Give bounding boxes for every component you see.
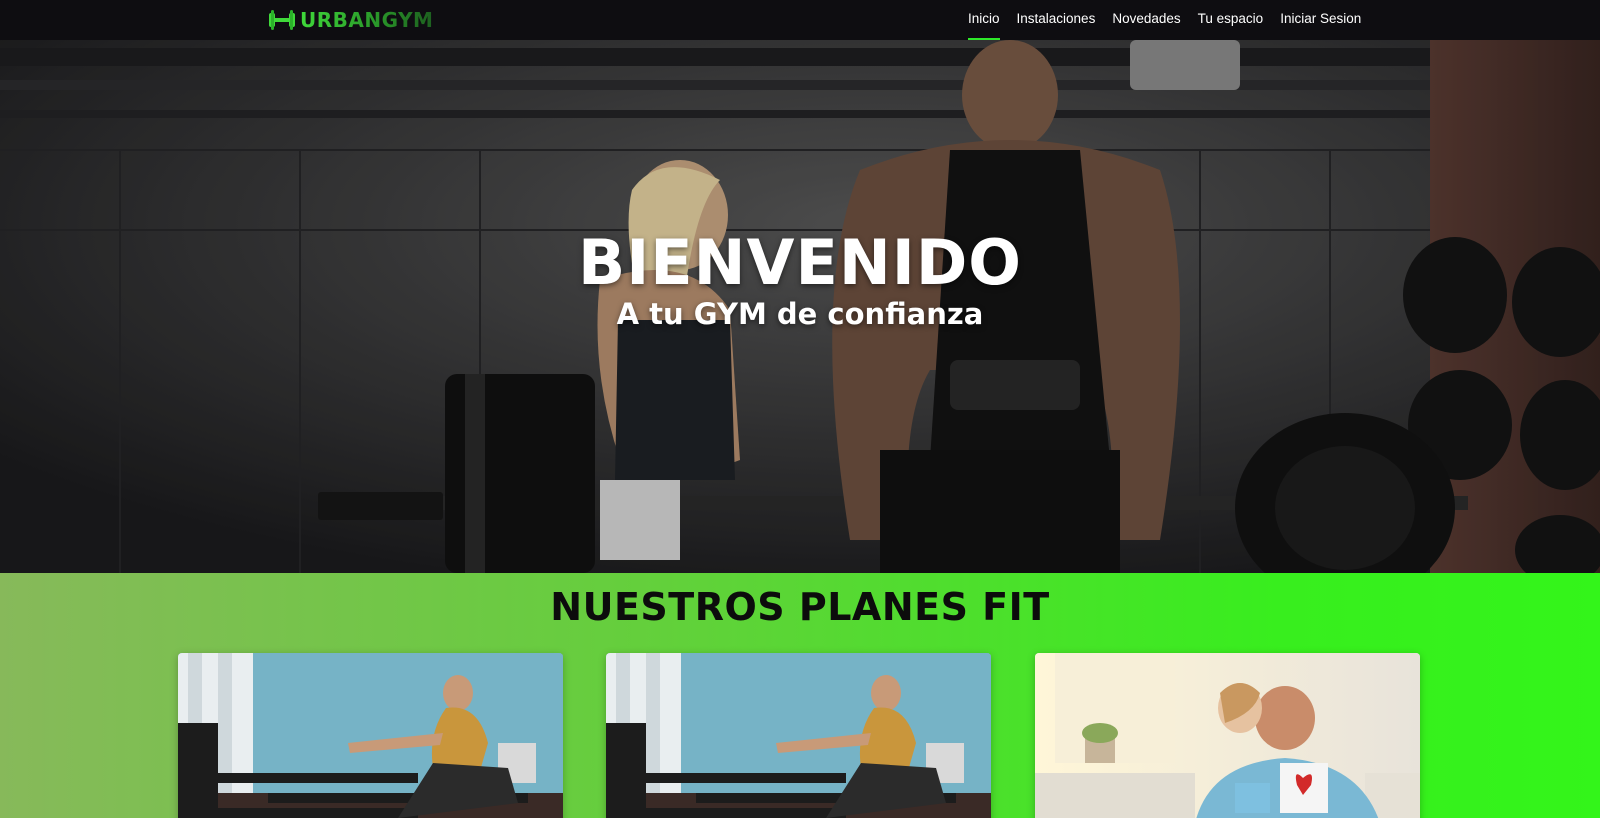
plan-card-2[interactable] (606, 653, 991, 818)
plans-title: NUESTROS PLANES FIT (550, 585, 1050, 629)
nav-item-tu-espacio[interactable]: Tu espacio (1198, 0, 1264, 40)
brand-name: URBANGYM (300, 8, 434, 32)
father-daughter-gift-photo (1035, 653, 1420, 818)
plan-card-1[interactable] (178, 653, 563, 818)
rowing-machine-photo (178, 653, 563, 818)
plan-card-3[interactable] (1035, 653, 1420, 818)
rowing-machine-photo (606, 653, 991, 818)
hero-banner: BIENVENIDO A tu GYM de confianza (0, 40, 1600, 573)
hero-subtitle: A tu GYM de confianza (616, 297, 984, 331)
brand-logo[interactable]: URBANGYM (268, 6, 433, 34)
dumbbell-icon (269, 10, 295, 30)
main-nav: Inicio Instalaciones Novedades Tu espaci… (968, 0, 1378, 40)
nav-item-iniciar-sesion[interactable]: Iniciar Sesion (1280, 0, 1361, 40)
top-navbar: URBANGYM Inicio Instalaciones Novedades … (0, 0, 1600, 40)
nav-item-instalaciones[interactable]: Instalaciones (1017, 0, 1096, 40)
nav-item-inicio[interactable]: Inicio (968, 0, 1000, 40)
nav-item-novedades[interactable]: Novedades (1112, 0, 1180, 40)
plans-section: NUESTROS PLANES FIT (0, 573, 1600, 818)
hero-title: BIENVENIDO (577, 226, 1023, 299)
